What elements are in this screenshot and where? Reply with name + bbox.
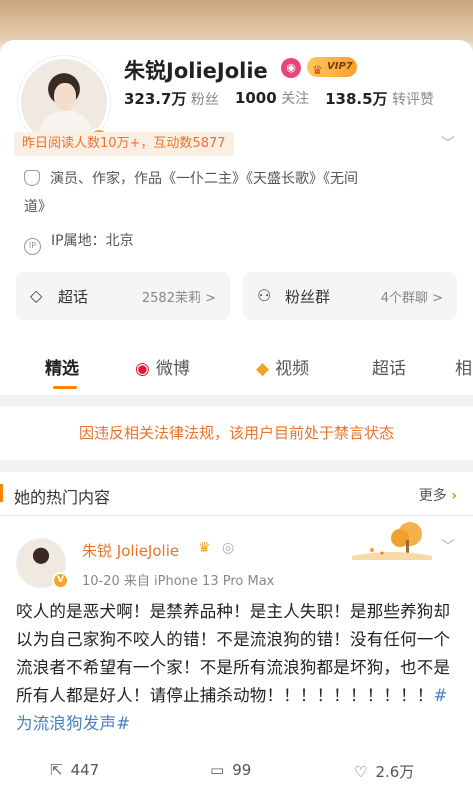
autumn-decoration-icon bbox=[352, 522, 432, 560]
tab-video[interactable]: ◆ 视频 bbox=[256, 354, 309, 379]
profile-name: 朱锐JolieJolie bbox=[124, 59, 268, 83]
hot-content-section: 她的热门内容 更多 › V 朱锐 JolieJolie ♛ ◎ 10-20 来自… bbox=[0, 472, 473, 797]
bio-row: 演员、作家，作品《一仆二主》《天盛长歌》《无间 bbox=[24, 166, 358, 192]
section-title: 她的热门内容 bbox=[14, 488, 111, 507]
crown-icon: ♛ bbox=[198, 540, 211, 556]
stat-value: 1000 bbox=[234, 89, 277, 107]
card-count: 2582茉莉 > bbox=[141, 291, 216, 306]
more-label: 更多 bbox=[418, 488, 447, 504]
medal-icon: ◎ bbox=[222, 540, 235, 556]
tab-supertopic[interactable]: 超话 bbox=[372, 354, 406, 379]
comment-icon: ▭ bbox=[210, 761, 225, 779]
reading-highlight[interactable]: 昨日阅读人数10万+，互动数5877 bbox=[14, 132, 234, 156]
repost-count: 447 bbox=[70, 761, 100, 779]
verified-shield-icon bbox=[24, 170, 40, 186]
group-icon: ⚇ bbox=[257, 286, 272, 305]
tab-label: 微博 bbox=[155, 359, 190, 379]
stat-value: 323.7万 bbox=[124, 90, 187, 108]
stat-followers[interactable]: 323.7万 粉丝 bbox=[124, 88, 219, 109]
post-body[interactable]: 咬人的是恶犬啊！是禁养品种！是主人失职！是那些养狗却以为自己家狗不咬人的错！不是… bbox=[16, 598, 460, 738]
ban-notice: 因违反相关法律法规，该用户目前处于禁言状态 bbox=[0, 406, 473, 460]
more-link[interactable]: 更多 › bbox=[419, 485, 457, 505]
tab-label: 相 bbox=[455, 359, 472, 379]
post-text: 咬人的是恶犬啊！是禁养品种！是主人失职！是那些养狗却以为自己家狗不咬人的错！不是… bbox=[16, 602, 451, 705]
tab-label: 视频 bbox=[275, 359, 310, 379]
tab-weibo[interactable]: ◉ 微博 bbox=[135, 354, 190, 379]
vip-badge[interactable]: ♛ VIP7 bbox=[307, 57, 357, 77]
card-title: 超话 bbox=[58, 288, 89, 306]
like-count: 2.6万 bbox=[375, 763, 415, 781]
avatar-face bbox=[54, 83, 76, 111]
post-author[interactable]: 朱锐 JolieJolie bbox=[82, 540, 179, 561]
chevron-down-icon[interactable]: ﹀ bbox=[441, 536, 455, 556]
comment-button[interactable]: ▭ 99 bbox=[210, 761, 251, 779]
bio-row-2: 道》 bbox=[24, 194, 52, 220]
tab-featured[interactable]: 精选 bbox=[45, 354, 79, 379]
section-accent-bar bbox=[0, 484, 3, 502]
diamond-icon: ◇ bbox=[30, 286, 43, 305]
stat-following[interactable]: 1000 关注 bbox=[235, 88, 309, 109]
card-count: 4个群聊 > bbox=[380, 291, 443, 306]
member-icon[interactable]: ◉ bbox=[281, 58, 301, 78]
video-icon: ◆ bbox=[256, 359, 270, 379]
profile-stats: 323.7万 粉丝 1000 关注 138.5万 转评赞 bbox=[124, 88, 450, 109]
ip-location: IP属地：北京 bbox=[51, 233, 134, 249]
tab-more[interactable]: 相 bbox=[455, 354, 472, 379]
post-meta: 10-20 来自 iPhone 13 Pro Max bbox=[82, 574, 275, 589]
like-button[interactable]: ♡ 2.6万 bbox=[354, 761, 414, 782]
post-actions: ⇱ 447 ▭ 99 ♡ 2.6万 bbox=[0, 755, 473, 791]
stat-value: 138.5万 bbox=[325, 90, 388, 108]
hot-content-header: 她的热门内容 更多 › bbox=[0, 472, 473, 516]
vip-label: VIP7 bbox=[327, 61, 353, 72]
card-title: 粉丝群 bbox=[285, 288, 331, 306]
stat-label: 粉丝 bbox=[190, 92, 219, 108]
tab-label: 超话 bbox=[372, 359, 406, 379]
crown-icon: ♛ bbox=[312, 63, 323, 77]
repost-button[interactable]: ⇱ 447 bbox=[50, 761, 99, 779]
stat-label: 转评赞 bbox=[392, 92, 435, 108]
share-icon: ⇱ bbox=[50, 761, 63, 779]
verified-icon: V bbox=[52, 572, 69, 589]
ip-icon: IP bbox=[24, 238, 41, 255]
profile-tabs: 精选 ◉ 微博 ◆ 视频 超话 相 bbox=[0, 340, 473, 395]
chevron-right-icon: › bbox=[451, 488, 457, 504]
supertopic-card[interactable]: ◇ 超话 2582茉莉 > bbox=[16, 272, 230, 320]
stat-label: 关注 bbox=[281, 91, 310, 107]
weibo-icon: ◉ bbox=[135, 359, 150, 379]
stat-interactions[interactable]: 138.5万 转评赞 bbox=[325, 88, 434, 109]
bio-line-2: 道》 bbox=[24, 199, 52, 215]
tab-label: 精选 bbox=[45, 359, 79, 379]
chevron-down-icon[interactable]: ﹀ bbox=[441, 133, 455, 153]
fan-group-card[interactable]: ⚇ 粉丝群 4个群聊 > bbox=[243, 272, 457, 320]
profile-card: V 朱锐JolieJolie ◉ ♛VIP7 323.7万 粉丝 1000 关注… bbox=[0, 40, 473, 395]
thumbs-up-icon: ♡ bbox=[354, 763, 368, 781]
comment-count: 99 bbox=[232, 761, 252, 779]
bio-line-1: 演员、作家，作品《一仆二主》《天盛长歌》《无间 bbox=[50, 171, 358, 187]
tab-active-indicator bbox=[53, 386, 77, 389]
ip-row: IP IP属地：北京 bbox=[24, 228, 134, 255]
